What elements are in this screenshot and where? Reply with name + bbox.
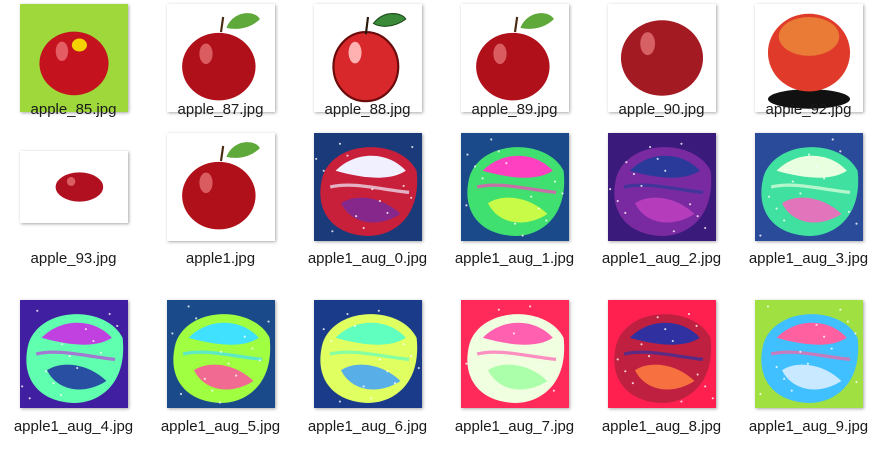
file-item[interactable]: apple1_aug_5.jpg — [147, 0, 294, 463]
file-item[interactable]: apple1_aug_4.jpg — [0, 0, 147, 463]
file-name-label: apple1_aug_9.jpg — [748, 418, 869, 435]
file-name-label: apple1_aug_4.jpg — [13, 418, 134, 435]
file-item[interactable]: apple1_aug_7.jpg — [441, 0, 588, 463]
file-name-label: apple1_aug_8.jpg — [601, 418, 722, 435]
image-thumbnail — [166, 300, 275, 408]
thumbnail-frame — [147, 300, 294, 408]
thumbnail-frame — [294, 300, 441, 408]
image-thumbnail — [19, 300, 128, 408]
file-grid: apple_85.jpg apple_87.jpg apple_88.jpg appl… — [0, 0, 869, 463]
thumbnail-frame — [441, 300, 588, 408]
file-name-label: apple1_aug_7.jpg — [454, 418, 575, 435]
image-thumbnail — [754, 300, 863, 408]
file-name-label: apple1_aug_6.jpg — [307, 418, 428, 435]
file-name-label: apple1_aug_5.jpg — [160, 418, 281, 435]
thumbnail-frame — [588, 300, 735, 408]
image-thumbnail — [460, 300, 569, 408]
thumbnail-frame — [735, 300, 869, 408]
file-item[interactable]: apple1_aug_6.jpg — [294, 0, 441, 463]
thumbnail-frame — [0, 300, 147, 408]
file-item[interactable]: apple1_aug_8.jpg — [588, 0, 735, 463]
image-thumbnail — [313, 300, 422, 408]
file-item[interactable]: apple1_aug_9.jpg — [735, 0, 869, 463]
image-thumbnail — [607, 300, 716, 408]
